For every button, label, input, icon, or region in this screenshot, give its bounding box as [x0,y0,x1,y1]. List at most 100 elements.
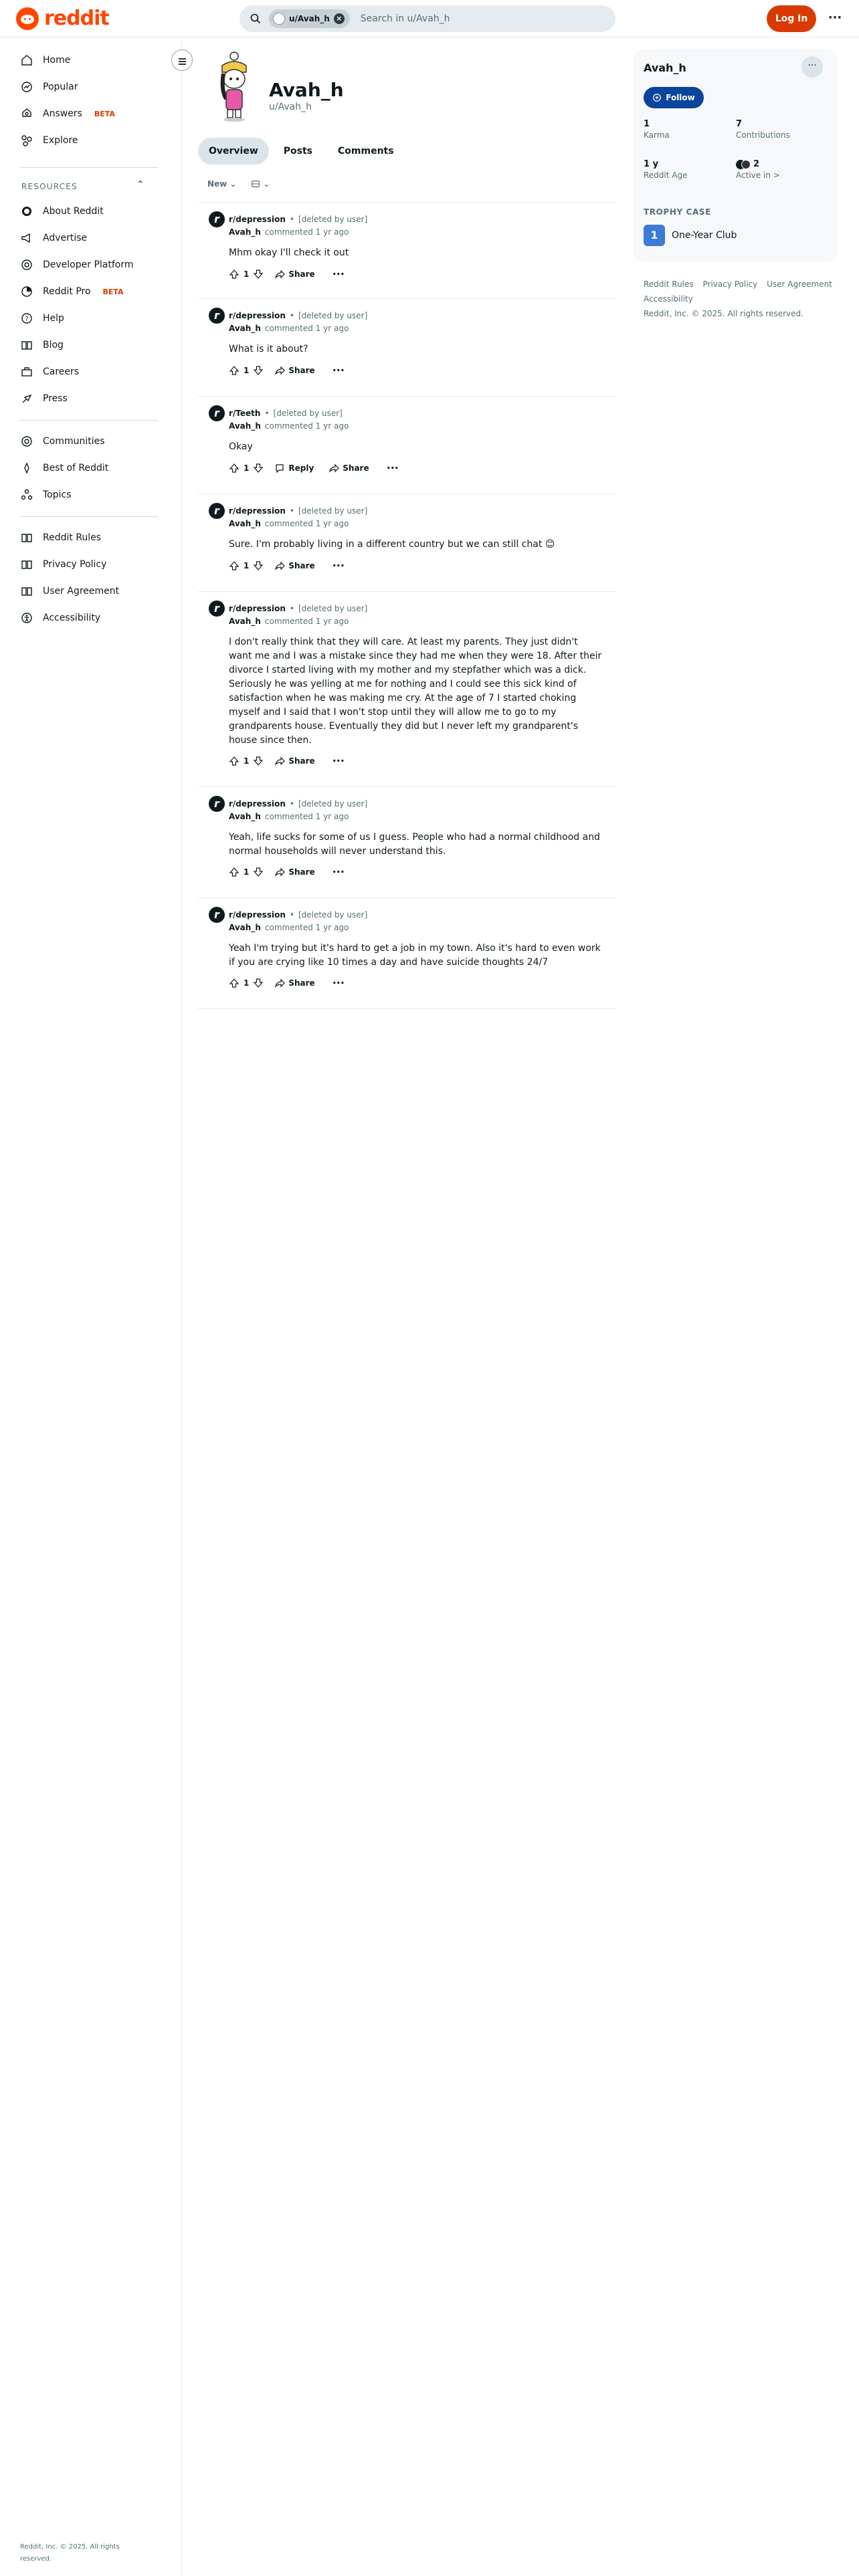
author-link[interactable]: Avah_h [229,227,261,237]
sidebar-item-privacy[interactable]: Privacy Policy [20,552,167,576]
post-title[interactable]: [deleted by user] [298,506,367,516]
downvote-icon[interactable] [253,463,264,473]
upvote-icon[interactable] [229,978,240,988]
post-title[interactable]: [deleted by user] [274,409,343,418]
upvote-icon[interactable] [229,867,240,877]
sort-dropdown[interactable]: New ⌄ [207,179,236,189]
search-bar[interactable]: u/Avah_h × Search in u/Avah_h [240,5,615,32]
tab-posts[interactable]: Posts [273,138,323,165]
upvote-icon[interactable] [229,560,240,571]
downvote-icon[interactable] [253,867,264,877]
subreddit-link[interactable]: r/depression [229,910,286,920]
downvote-icon[interactable] [253,756,264,766]
sidebar-item-answers[interactable]: Answers BETA [20,102,167,126]
post-title[interactable]: [deleted by user] [298,311,367,320]
author-link[interactable]: Avah_h [229,812,261,821]
post-title[interactable]: [deleted by user] [298,604,367,613]
more-options-icon[interactable]: ··· [326,267,351,280]
more-menu-icon[interactable]: ··· [824,8,846,29]
sidebar-item-reddit-pro[interactable]: Reddit Pro BETA [20,280,167,304]
collapse-sidebar-button[interactable] [171,49,193,71]
subreddit-link[interactable]: r/depression [229,506,286,516]
author-link[interactable]: Avah_h [229,421,261,431]
author-link[interactable]: Avah_h [229,519,261,528]
comment-item[interactable]: r r/depression • [deleted by user] Avah_… [198,897,617,1008]
sidebar-item-press[interactable]: Press [20,387,167,411]
footer-link-privacy[interactable]: Privacy Policy [702,280,757,289]
sidebar-item-advertise[interactable]: Advertise [20,226,167,250]
active-in-stat[interactable]: 2 Active in > [736,159,780,180]
downvote-icon[interactable] [253,365,264,376]
footer-link-agreement[interactable]: User Agreement [767,280,832,289]
downvote-icon[interactable] [253,560,264,571]
view-toggle[interactable]: ⌄ [251,179,270,189]
share-button[interactable]: Share [270,867,318,877]
author-link[interactable]: Avah_h [229,324,261,333]
share-button[interactable]: Share [324,463,373,473]
more-options-icon[interactable]: ··· [326,754,351,767]
sidebar-item-explore[interactable]: Explore [20,128,167,152]
profile-avatar [220,51,247,122]
downvote-icon[interactable] [253,269,264,280]
author-link[interactable]: Avah_h [229,617,261,626]
post-title[interactable]: [deleted by user] [298,910,367,920]
subreddit-link[interactable]: r/depression [229,215,286,224]
tab-comments[interactable]: Comments [327,138,405,165]
sidebar-item-accessibility[interactable]: Accessibility [20,606,167,630]
share-button[interactable]: Share [270,756,318,766]
sidebar-item-home[interactable]: Home [20,48,167,72]
sidebar-item-developer[interactable]: Developer Platform [20,253,167,277]
comment-item[interactable]: r r/depression • [deleted by user] Avah_… [198,494,617,591]
downvote-icon[interactable] [253,978,264,988]
sidebar-item-user-agreement[interactable]: User Agreement [20,579,167,603]
comment-item[interactable]: r r/depression • [deleted by user] Avah_… [198,202,617,298]
upvote-icon[interactable] [229,269,240,280]
subreddit-link[interactable]: r/Teeth [229,409,260,418]
upvote-icon[interactable] [229,365,240,376]
sidebar-item-careers[interactable]: Careers [20,360,167,384]
more-options-icon[interactable]: ··· [326,559,351,572]
comment-item[interactable]: r r/depression • [deleted by user] Avah_… [198,786,617,897]
upvote-icon[interactable] [229,463,240,473]
comment-item[interactable]: r r/Teeth • [deleted by user] Avah_h comm… [198,396,617,494]
sidebar-item-help[interactable]: ? Help [20,306,167,330]
sidebar-item-rules[interactable]: Reddit Rules [20,526,167,550]
reddit-logo[interactable]: reddit [16,7,110,30]
subreddit-link[interactable]: r/depression [229,799,286,809]
sidebar-item-about[interactable]: About Reddit [20,199,167,223]
more-options-icon[interactable]: ··· [326,364,351,377]
profile-options-icon[interactable]: ··· [801,56,823,78]
sidebar-item-popular[interactable]: Popular [20,75,167,99]
share-button[interactable]: Share [270,365,318,376]
search-input[interactable]: Search in u/Avah_h [361,13,450,24]
more-options-icon[interactable]: ··· [326,865,351,878]
chevron-up-icon[interactable]: ⌃ [136,179,145,190]
sidebar-item-topics[interactable]: Topics [20,483,167,507]
tab-overview[interactable]: Overview [198,138,269,165]
reply-button[interactable]: Reply [270,463,318,473]
sidebar-item-communities[interactable]: Communities [20,429,167,453]
more-options-icon[interactable]: ··· [326,976,351,989]
author-link[interactable]: Avah_h [229,923,261,932]
clear-scope-icon[interactable]: × [333,13,345,24]
reddit-age-stat: 1 y Reddit Age [644,159,687,180]
share-button[interactable]: Share [270,978,318,988]
footer-link-accessibility[interactable]: Accessibility [644,294,693,304]
post-title[interactable]: [deleted by user] [298,215,367,224]
share-button[interactable]: Share [270,269,318,280]
comment-item[interactable]: r r/depression • [deleted by user] Avah_… [198,298,617,396]
sidebar-item-best-of-reddit[interactable]: Best of Reddit [20,456,167,480]
subreddit-link[interactable]: r/depression [229,604,286,613]
subreddit-link[interactable]: r/depression [229,311,286,320]
more-options-icon[interactable]: ··· [380,461,405,474]
post-title[interactable]: [deleted by user] [298,799,367,809]
comment-item[interactable]: r r/depression • [deleted by user] Avah_… [198,591,617,786]
follow-button[interactable]: Follow [644,87,704,108]
login-button[interactable]: Log In [767,5,816,32]
search-scope-chip[interactable]: u/Avah_h × [269,9,350,28]
sidebar-item-blog[interactable]: Blog [20,333,167,357]
footer-link-rules[interactable]: Reddit Rules [644,280,694,289]
upvote-icon[interactable] [229,756,240,766]
resources-heading[interactable]: RESOURCES [21,182,78,191]
share-button[interactable]: Share [270,560,318,571]
